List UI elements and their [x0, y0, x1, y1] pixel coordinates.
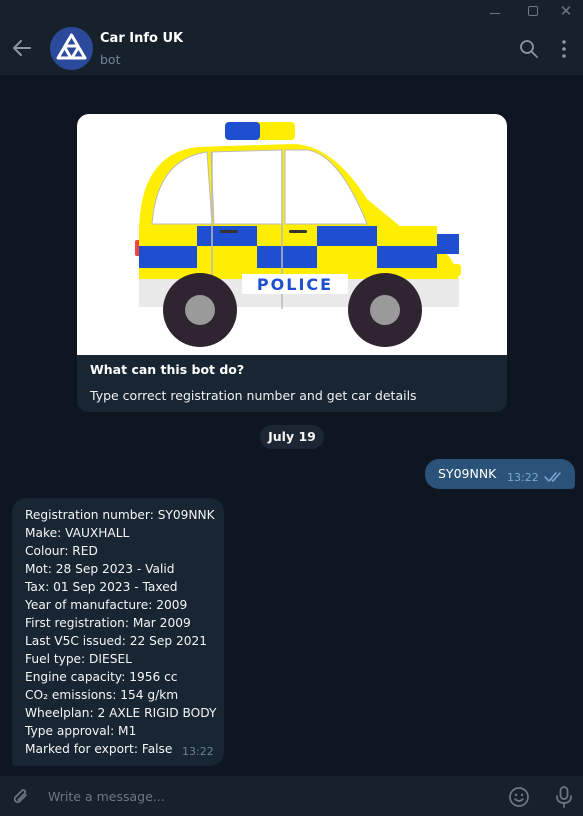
detail-registration: Registration number: SY09NNK	[25, 508, 215, 522]
emoji-icon[interactable]	[508, 786, 530, 808]
incoming-message-time: 13:22	[182, 745, 214, 758]
microphone-icon[interactable]	[553, 785, 575, 809]
window-titlebar: ✕	[0, 0, 583, 22]
close-icon[interactable]: ✕	[557, 2, 575, 20]
detail-wheelplan: Wheelplan: 2 AXLE RIGID BODY	[25, 706, 217, 720]
detail-mot: Mot: 28 Sep 2023 - Valid	[25, 562, 175, 576]
detail-type-approval: Type approval: M1	[25, 724, 137, 738]
detail-colour: Colour: RED	[25, 544, 98, 558]
detail-v5c: Last V5C issued: 22 Sep 2021	[25, 634, 208, 648]
detail-first-registration: First registration: Mar 2009	[25, 616, 191, 630]
detail-tax: Tax: 01 Sep 2023 - Taxed	[25, 580, 178, 594]
incoming-message[interactable]: Registration number: SY09NNK Make: VAUXH…	[12, 498, 224, 766]
car-details: Registration number: SY09NNK Make: VAUXH…	[25, 506, 216, 758]
chat-header: Car Info UK bot	[0, 22, 583, 76]
date-separator: July 19	[260, 425, 324, 449]
outgoing-message[interactable]: SY09NNK 13:22	[425, 459, 575, 489]
back-arrow-icon[interactable]	[10, 36, 34, 60]
minimize-icon[interactable]	[486, 2, 504, 20]
bot-avatar[interactable]	[50, 27, 93, 70]
detail-co2: CO₂ emissions: 154 g/km	[25, 688, 179, 702]
maximize-icon[interactable]	[524, 2, 542, 20]
detail-make: Make: VAUXHALL	[25, 526, 130, 540]
message-composer	[0, 776, 583, 816]
detail-year: Year of manufacture: 2009	[25, 598, 188, 612]
police-car-illustration: POLICE	[77, 114, 507, 355]
bot-info-card: POLICE What can this bot do? Type correc…	[77, 114, 507, 412]
bot-info-title: What can this bot do?	[90, 362, 245, 377]
bot-info-description: Type correct registration number and get…	[90, 388, 417, 403]
attach-icon[interactable]	[10, 786, 32, 808]
more-vertical-icon[interactable]	[556, 38, 572, 60]
outgoing-message-text: SY09NNK	[438, 466, 497, 481]
message-input[interactable]	[48, 782, 488, 810]
police-lettering: POLICE	[257, 275, 333, 294]
chat-subtitle: bot	[100, 52, 121, 67]
chat-title[interactable]: Car Info UK	[100, 31, 183, 46]
detail-fuel: Fuel type: DIESEL	[25, 652, 132, 666]
outgoing-message-time: 13:22	[507, 471, 539, 484]
detail-engine: Engine capacity: 1956 cc	[25, 670, 178, 684]
double-check-icon	[544, 472, 561, 482]
search-icon[interactable]	[518, 38, 540, 60]
